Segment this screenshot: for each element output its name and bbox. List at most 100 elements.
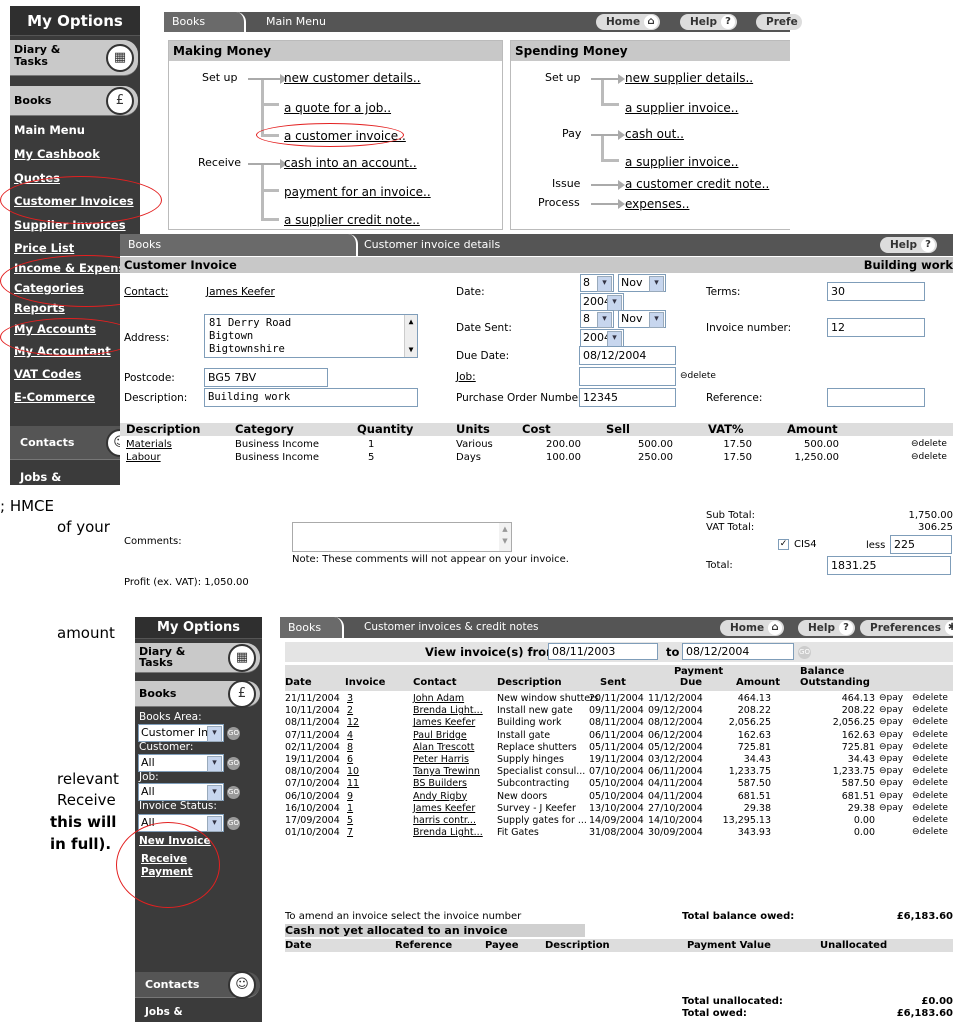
date-month-select[interactable]: Nov (618, 274, 666, 292)
pay-button[interactable]: ⊖pay (879, 766, 903, 776)
sidebar-link-cashbook[interactable]: My Cashbook (14, 147, 134, 171)
sidebar-link-customer-invoices[interactable]: Customer Invoices (14, 194, 134, 218)
sent-year-select[interactable]: 2004 (580, 329, 624, 347)
link-payment-for-invoice[interactable]: payment for an invoice.. (284, 185, 431, 199)
sidebar-link-vat-codes[interactable]: VAT Codes (14, 367, 134, 390)
pay-button[interactable]: ⊖pay (879, 717, 903, 727)
books-area-go-button[interactable]: GO (227, 726, 240, 740)
help-button[interactable]: Help? (798, 620, 856, 636)
cis4-checkbox[interactable]: ✓ (778, 539, 789, 550)
line-delete-button[interactable]: ⊖delete (911, 439, 947, 449)
job-go-button[interactable]: GO (227, 785, 240, 799)
customer-go-button[interactable]: GO (227, 756, 240, 770)
delete-button[interactable]: ⊖delete (912, 803, 948, 813)
books-area-select[interactable]: Customer Inv.. (138, 724, 224, 742)
help-button[interactable]: Help? (680, 14, 738, 30)
invoice-number-link[interactable]: 10 (347, 766, 359, 777)
invoice-number-link[interactable]: 9 (347, 791, 353, 802)
sidebar-link-income-expense[interactable]: Income & Expense (14, 261, 134, 281)
job-delete-button[interactable]: ⊖delete (680, 371, 716, 381)
contact-link[interactable]: Brenda Light... (413, 827, 483, 838)
sidebar-link-categories[interactable]: Categories (14, 281, 134, 301)
pay-button[interactable]: ⊖pay (879, 791, 903, 801)
postcode-field[interactable]: BG5 7BV (204, 368, 328, 387)
invoice-number-link[interactable]: 8 (347, 742, 353, 753)
preferences-button[interactable]: Preferences ✱ (860, 620, 953, 636)
sidebar-link-supplier-invoices[interactable]: Supplier Invoices (14, 218, 134, 242)
contact-link[interactable]: John Adam (413, 693, 464, 704)
invoice-number-link[interactable]: 11 (347, 778, 359, 789)
pay-button[interactable]: ⊖pay (879, 705, 903, 715)
link-new-customer[interactable]: new customer details.. (284, 71, 421, 85)
sidebar-jobs-button[interactable]: Jobs & (145, 1006, 183, 1018)
pay-button[interactable]: ⊖pay (879, 803, 903, 813)
contact-link[interactable]: Andy Rigby (413, 791, 467, 802)
sidebar-link-my-accounts[interactable]: My Accounts (14, 322, 134, 344)
job-select[interactable]: All (138, 783, 224, 801)
delete-button[interactable]: ⊖delete (912, 778, 948, 788)
tab-main-menu[interactable]: Main Menu (266, 12, 326, 32)
delete-button[interactable]: ⊖delete (912, 742, 948, 752)
tab-books[interactable]: Books (280, 617, 344, 638)
link-expenses[interactable]: expenses.. (625, 197, 689, 211)
delete-button[interactable]: ⊖delete (912, 827, 948, 837)
sent-day-select[interactable]: 8 (580, 310, 614, 328)
description-field[interactable]: Building work (204, 388, 418, 407)
tab-books[interactable]: Books (164, 12, 246, 32)
date-day-select[interactable]: 8 (580, 274, 614, 292)
invoice-number-link[interactable]: 2 (347, 705, 353, 716)
invoice-number-link[interactable]: 3 (347, 693, 353, 704)
delete-button[interactable]: ⊖delete (912, 717, 948, 727)
link-customer-invoice[interactable]: a customer invoice.. (284, 129, 406, 143)
tab-invoice-details[interactable]: Customer invoice details (364, 234, 500, 256)
customer-select[interactable]: All (138, 754, 224, 772)
pay-button[interactable]: ⊖pay (879, 730, 903, 740)
total-field[interactable]: 1831.25 (827, 556, 951, 575)
contact-link[interactable]: harris contr... (413, 815, 476, 826)
pay-button[interactable]: ⊖pay (879, 742, 903, 752)
receive-payment-link[interactable]: Receive Payment (141, 853, 193, 879)
preferences-button[interactable]: Prefe (756, 14, 802, 30)
contact-link[interactable]: Brenda Light... (413, 705, 483, 716)
link-quote[interactable]: a quote for a job.. (284, 101, 391, 115)
date-from-field[interactable]: 08/11/2003 (548, 643, 658, 660)
invoice-status-select[interactable]: All (138, 814, 224, 832)
contact-link[interactable]: James Keefer (413, 717, 475, 728)
contact-link[interactable]: Paul Bridge (413, 730, 467, 741)
date-year-select[interactable]: 2004 (580, 293, 624, 311)
sidebar-link-price-list[interactable]: Price List (14, 241, 134, 261)
line-delete-button[interactable]: ⊖delete (911, 452, 947, 462)
invoice-number-link[interactable]: 1 (347, 803, 353, 814)
po-field[interactable]: 12345 (579, 388, 676, 407)
invoice-number-link[interactable]: 5 (347, 815, 353, 826)
job-label[interactable]: Job: (456, 371, 476, 383)
sidebar-link-quotes[interactable]: Quotes (14, 171, 134, 195)
job-field[interactable] (579, 367, 676, 386)
pay-button[interactable]: ⊖pay (879, 778, 903, 788)
link-customer-credit-note[interactable]: a customer credit note.. (625, 177, 769, 191)
due-date-field[interactable]: 08/12/2004 (579, 346, 676, 365)
invoice-number-link[interactable]: 4 (347, 730, 353, 741)
invoice-number-field[interactable]: 12 (827, 318, 925, 337)
sent-month-select[interactable]: Nov (618, 310, 666, 328)
less-field[interactable]: 225 (890, 535, 952, 554)
delete-button[interactable]: ⊖delete (912, 766, 948, 776)
sidebar-jobs-button[interactable]: Jobs & (20, 470, 61, 484)
address-field[interactable]: 81 Derry Road Bigtown Bigtownshire ▲ ▼ (204, 314, 418, 358)
date-to-field[interactable]: 08/12/2004 (682, 643, 794, 660)
contact-link[interactable]: James Keefer (413, 803, 475, 814)
invoice-number-link[interactable]: 6 (347, 754, 353, 765)
address-scrollbar[interactable]: ▲ ▼ (404, 315, 417, 357)
status-go-button[interactable]: GO (227, 816, 240, 830)
link-supplier-invoice-pay[interactable]: a supplier invoice.. (625, 155, 738, 169)
delete-button[interactable]: ⊖delete (912, 693, 948, 703)
pay-button[interactable]: ⊖pay (879, 693, 903, 703)
delete-button[interactable]: ⊖delete (912, 815, 948, 825)
pay-button[interactable]: ⊖pay (879, 754, 903, 764)
delete-button[interactable]: ⊖delete (912, 705, 948, 715)
link-supplier-credit-note[interactable]: a supplier credit note.. (284, 213, 420, 227)
view-go-button[interactable]: GO (798, 645, 811, 659)
invoice-number-link[interactable]: 12 (347, 717, 359, 728)
link-new-supplier[interactable]: new supplier details.. (625, 71, 753, 85)
reference-field[interactable] (827, 388, 925, 407)
